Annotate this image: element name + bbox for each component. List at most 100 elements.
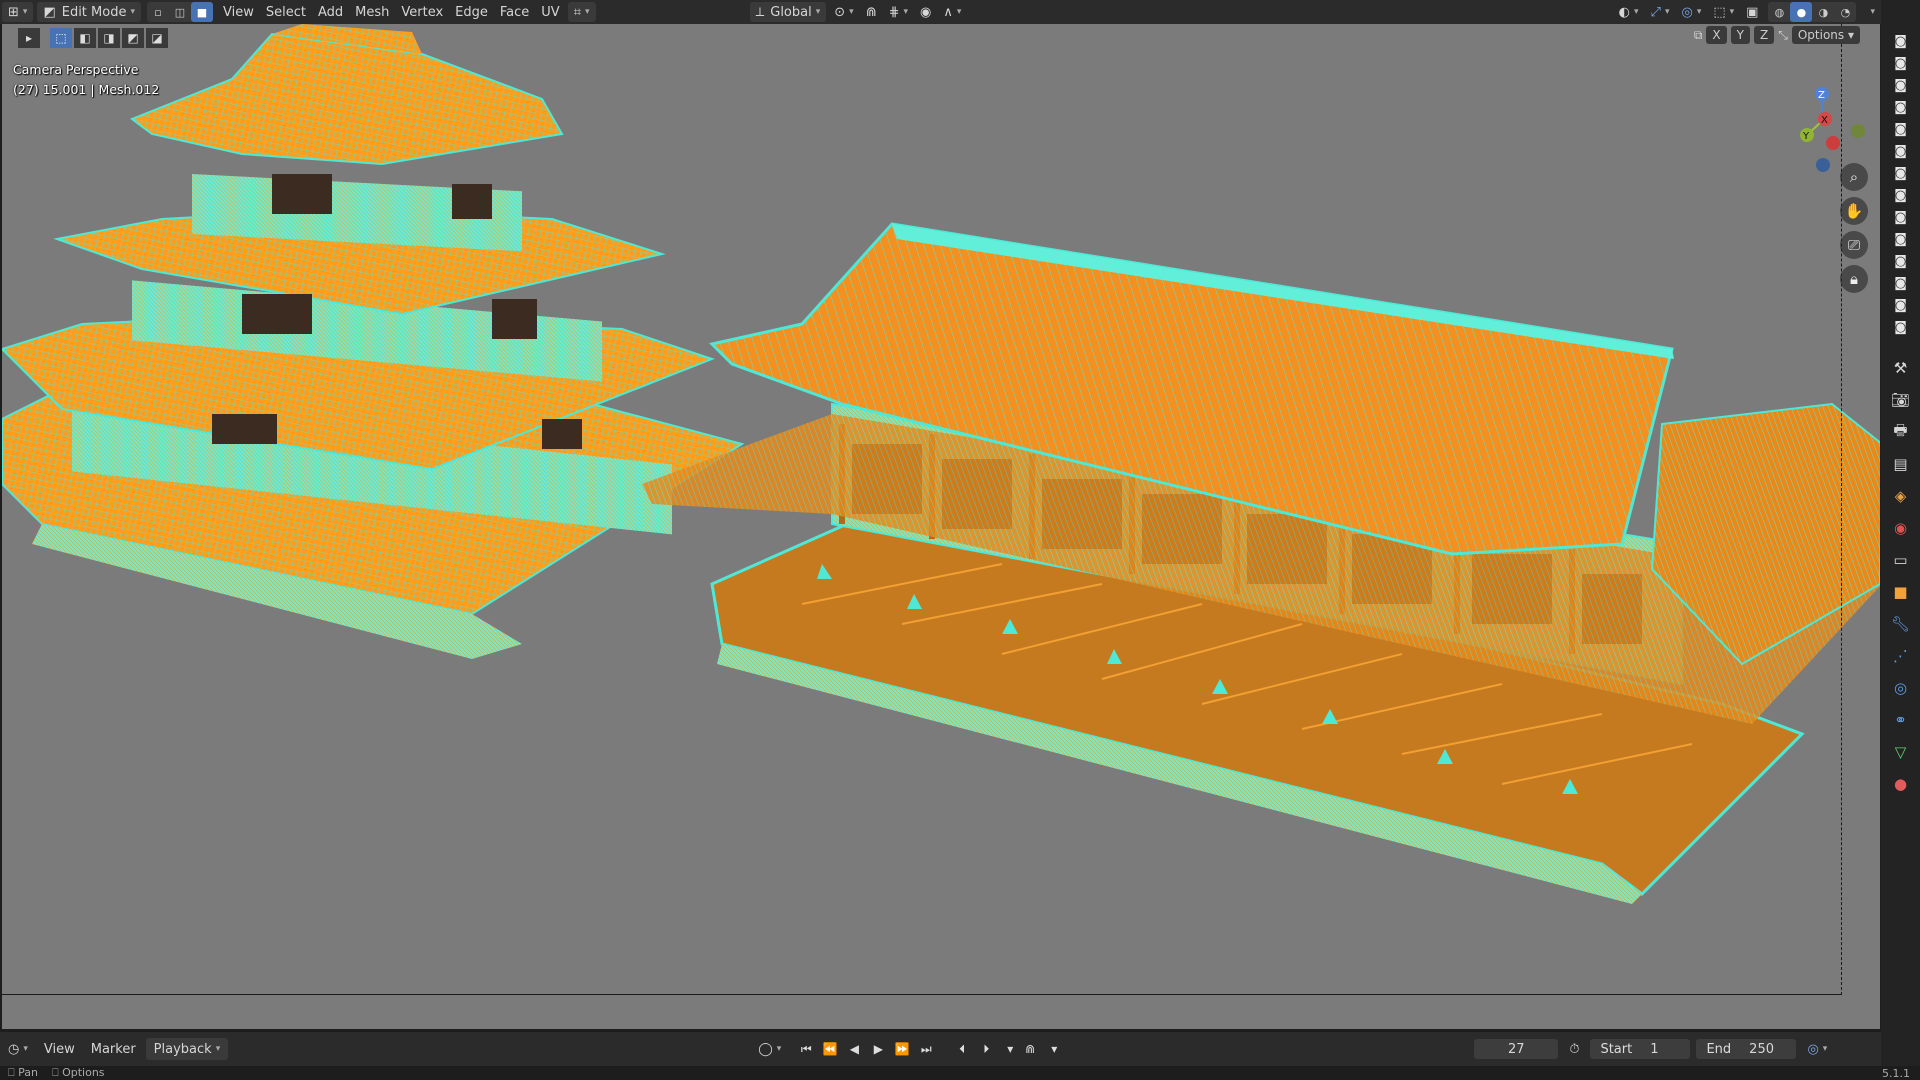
gizmo-neg-y[interactable]	[1851, 124, 1865, 138]
camera-toggle-icon[interactable]: ◙	[1891, 294, 1911, 316]
output-properties-icon[interactable]: 🖶︎	[1887, 416, 1915, 448]
modifier-properties-icon[interactable]: 🔧︎	[1887, 608, 1915, 640]
auto-key-toggle[interactable]: ◯ ▾	[750, 1038, 789, 1060]
camera-toggle-icon[interactable]: ◙	[1891, 52, 1911, 74]
prev-frame-icon[interactable]: ⏴	[951, 1038, 973, 1060]
box-select-subtract-icon[interactable]: ◨	[98, 28, 120, 48]
camera-toggle-icon[interactable]: ◙	[1891, 30, 1911, 52]
constraints-properties-icon[interactable]: ⚭	[1887, 704, 1915, 736]
uv-icon: ⌗	[573, 4, 582, 20]
options-dropdown[interactable]: Options ▾	[1791, 26, 1860, 44]
jump-end-icon[interactable]: ⏭	[915, 1038, 937, 1060]
pan-hand-icon[interactable]: ✋	[1840, 197, 1868, 225]
data-properties-icon[interactable]: ▽	[1887, 736, 1915, 768]
start-frame-field[interactable]: Start 1	[1590, 1039, 1691, 1059]
menu-face[interactable]: Face	[494, 2, 535, 22]
snap-dropdown[interactable]: ⋕ ▾	[883, 2, 914, 22]
camera-toggle-icon[interactable]: ◙	[1891, 272, 1911, 294]
object-properties-icon[interactable]: ■	[1887, 576, 1915, 608]
shading-dropdown[interactable]: ▾	[1860, 2, 1881, 22]
box-select-extend-icon[interactable]: ◧	[74, 28, 96, 48]
camera-view-icon[interactable]: ⎚	[1840, 231, 1868, 259]
stopwatch-icon[interactable]: ⏱	[1561, 1038, 1587, 1060]
camera-toggle-icon[interactable]: ◙	[1891, 96, 1911, 118]
timeline-overlay-dropdown[interactable]: ◎ ▾	[1799, 1038, 1835, 1060]
wireframe-shading-icon[interactable]: ◍	[1768, 2, 1790, 22]
pivot-dropdown[interactable]: ⊙ ▾	[828, 2, 859, 22]
xray-toggle[interactable]: ▣	[1740, 2, 1764, 22]
particles-properties-icon[interactable]: ⋰	[1887, 640, 1915, 672]
axis-x-toggle[interactable]: X	[1706, 26, 1727, 44]
gizmo-neg-z[interactable]	[1816, 158, 1830, 172]
falloff-dropdown[interactable]: ∧ ▾	[937, 2, 967, 22]
zoom-icon[interactable]: ⌕	[1840, 163, 1868, 191]
jump-start-icon[interactable]: ⏮	[795, 1038, 817, 1060]
next-frame-icon[interactable]: ⏵	[975, 1038, 997, 1060]
lock-icon[interactable]: 🔒︎	[1840, 265, 1868, 293]
visibility-dropdown[interactable]: ◐ ▾	[1613, 2, 1645, 22]
tool-properties-icon[interactable]: ⚒	[1887, 352, 1915, 384]
menu-view[interactable]: View	[217, 2, 260, 22]
timeline-menu-view[interactable]: View	[36, 1038, 83, 1060]
mesh-overlay-dropdown[interactable]: ⬚ ▾	[1707, 2, 1740, 22]
vertex-select-icon[interactable]: ▫	[147, 2, 169, 22]
navigation-gizmo[interactable]: Z X Y	[1767, 62, 1877, 172]
camera-toggle-icon[interactable]: ◙	[1891, 74, 1911, 96]
mode-dropdown[interactable]: ◩ Edit Mode ▾	[37, 2, 141, 22]
menu-mesh[interactable]: Mesh	[349, 2, 395, 22]
overlay-dropdown[interactable]: ◎ ▾	[1675, 2, 1707, 22]
3d-viewport[interactable]: ▸ ⬚ ◧ ◨ ◩ ◪ Camera Perspective (27) 15.0…	[2, 24, 1880, 1029]
proportional-edit-toggle[interactable]: ◉	[914, 2, 937, 22]
menu-select[interactable]: Select	[260, 2, 312, 22]
keying-set-icon[interactable]: ⋒	[1019, 1038, 1041, 1060]
play-reverse-icon[interactable]: ◀	[843, 1038, 865, 1060]
menu-edge[interactable]: Edge	[449, 2, 494, 22]
edge-select-icon[interactable]: ◫	[169, 2, 191, 22]
material-shading-icon[interactable]: ◑	[1812, 2, 1834, 22]
camera-toggle-icon[interactable]: ◙	[1891, 184, 1911, 206]
play-icon[interactable]: ▶	[867, 1038, 889, 1060]
box-select-new-icon[interactable]: ⬚	[50, 28, 72, 48]
camera-toggle-icon[interactable]: ◙	[1891, 162, 1911, 184]
auto-merge-icon[interactable]: ⤡	[1778, 28, 1788, 43]
camera-toggle-icon[interactable]: ◙	[1891, 316, 1911, 338]
svg-text:Z: Z	[1818, 90, 1825, 101]
rendered-shading-icon[interactable]: ◔	[1834, 2, 1856, 22]
snap-toggle[interactable]: ⋒	[860, 2, 883, 22]
current-frame-field[interactable]: 27	[1474, 1039, 1559, 1059]
camera-toggle-icon[interactable]: ◙	[1891, 140, 1911, 162]
face-select-icon[interactable]: ■	[191, 2, 213, 22]
timeline-editor-type[interactable]: ◷ ▾	[0, 1038, 36, 1060]
axis-z-toggle[interactable]: Z	[1754, 26, 1775, 44]
physics-properties-icon[interactable]: ◎	[1887, 672, 1915, 704]
camera-toggle-icon[interactable]: ◙	[1891, 206, 1911, 228]
collection-properties-icon[interactable]: ▭	[1887, 544, 1915, 576]
prev-key-icon[interactable]: ⏪	[819, 1038, 841, 1060]
editor-type-button[interactable]: ⊞ ▾	[2, 2, 34, 22]
box-select-invert-icon[interactable]: ◩	[122, 28, 144, 48]
timeline-menu-playback[interactable]: Playback ▾	[145, 1038, 229, 1060]
gizmo-dropdown[interactable]: ⤢ ▾	[1645, 2, 1676, 22]
end-frame-field[interactable]: End 250	[1696, 1039, 1797, 1059]
render-properties-icon[interactable]: 📷︎	[1887, 384, 1915, 416]
material-properties-icon[interactable]: ●	[1887, 768, 1915, 800]
camera-toggle-icon[interactable]: ◙	[1891, 118, 1911, 140]
menu-add[interactable]: Add	[312, 2, 349, 22]
next-key-icon[interactable]: ⏩	[891, 1038, 913, 1060]
view-layer-icon[interactable]: ▤	[1887, 448, 1915, 480]
status-options: ⎕ Options	[51, 1066, 105, 1079]
solid-shading-icon[interactable]: ●	[1790, 2, 1813, 22]
camera-toggle-icon[interactable]: ◙	[1891, 228, 1911, 250]
camera-toggle-icon[interactable]: ◙	[1891, 250, 1911, 272]
gizmo-neg-x[interactable]	[1826, 136, 1840, 150]
menu-uv[interactable]: UV	[535, 2, 565, 22]
uv-options-button[interactable]: ⌗ ▾	[567, 2, 596, 22]
world-properties-icon[interactable]: ◉	[1887, 512, 1915, 544]
box-select-intersect-icon[interactable]: ◪	[146, 28, 168, 48]
tweak-tool-icon[interactable]: ▸	[18, 28, 40, 48]
axis-y-toggle[interactable]: Y	[1730, 26, 1750, 44]
menu-vertex[interactable]: Vertex	[395, 2, 449, 22]
orientation-dropdown[interactable]: ⟂ Global ▾	[749, 2, 827, 22]
timeline-menu-marker[interactable]: Marker	[83, 1038, 144, 1060]
scene-properties-icon[interactable]: ◈	[1887, 480, 1915, 512]
